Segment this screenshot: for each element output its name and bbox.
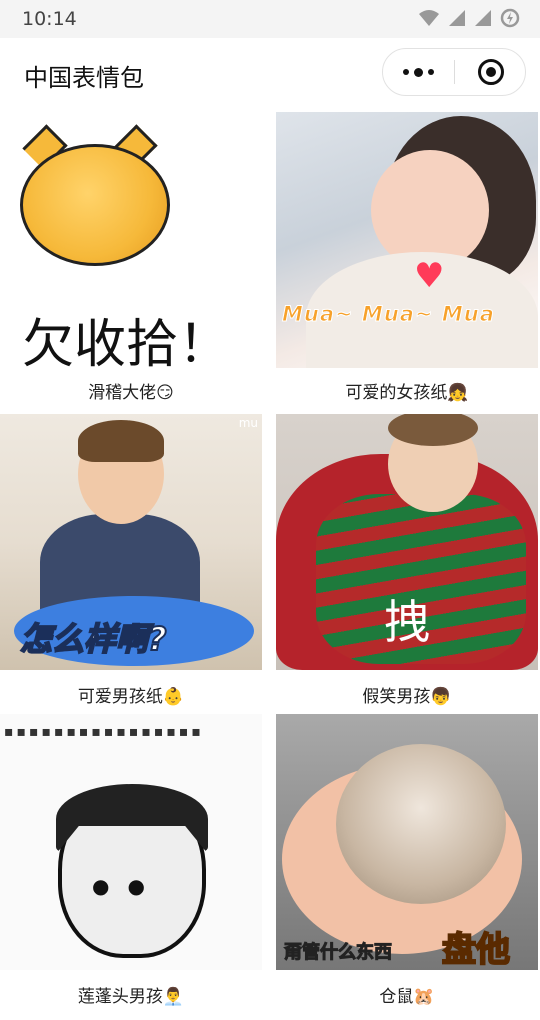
nav-bar: 中国表情包 [0, 38, 540, 108]
more-icon [403, 69, 409, 75]
sticker-caption: 莲蓬头男孩👨‍💼 [77, 987, 185, 1007]
sticker-overlay-text: 欠收拾！ [22, 315, 231, 368]
sticker-image[interactable]: 甭管什么东西 盘他 [276, 714, 538, 970]
status-icons [418, 8, 520, 28]
page-title: 中国表情包 [24, 64, 144, 92]
sticker-overlay-text: 甭管什么东西 [284, 942, 393, 964]
close-button[interactable] [455, 49, 526, 95]
sticker-overlay-text: Mua~ Mua~ Mua [282, 302, 495, 327]
sticker-image[interactable]: ♥ Mua~ Mua~ Mua [276, 112, 538, 368]
hamster [336, 744, 506, 904]
sticker-caption: 可爱男孩纸👶 [77, 687, 185, 707]
heart-icon: ♥ [414, 256, 445, 296]
sticker-overlay-text: 怎么样啊? [19, 619, 168, 659]
doge-face [20, 144, 170, 266]
wifi-icon [419, 10, 439, 26]
sticker-caption: 可爱的女孩纸👧 [345, 383, 469, 403]
sticker-image[interactable]: 拽 [276, 414, 538, 670]
sticker-caption: 滑稽大佬😏 [88, 383, 174, 403]
battery-charging-icon [500, 8, 520, 28]
sticker-image[interactable]: ▪▪▪▪▪▪▪▪▪▪▪▪▪▪▪▪ ●● [0, 714, 262, 970]
sticker-overlay-text: 拽 [384, 595, 430, 649]
status-time: 10:14 [22, 8, 77, 30]
sticker-overlay-text-2: 盘他 [441, 929, 511, 970]
sticker-image[interactable]: 欠收拾！ [0, 112, 262, 368]
sticker-caption: 仓鼠🐹 [379, 987, 435, 1007]
sticker-caption: 假笑男孩👦 [362, 687, 452, 707]
signal-icon [449, 10, 465, 26]
status-bar: 10:14 [0, 0, 540, 38]
more-button[interactable] [383, 49, 454, 95]
sticker-image[interactable]: mu 怎么样啊? [0, 414, 262, 670]
mini-program-capsule [382, 48, 526, 96]
signal-icon-2 [475, 10, 491, 26]
close-target-icon [477, 59, 504, 85]
